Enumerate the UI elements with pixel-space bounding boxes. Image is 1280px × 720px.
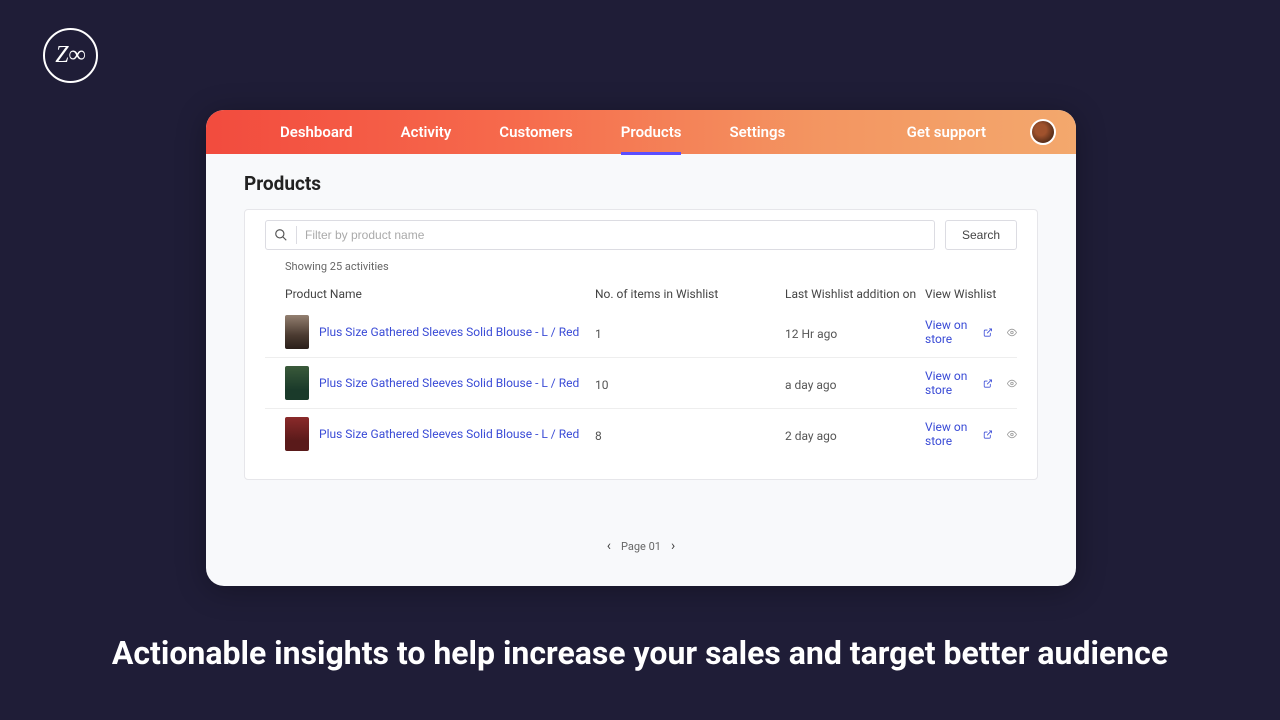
external-link-icon — [983, 428, 993, 441]
last-added: 2 day ago — [785, 429, 837, 443]
nav-activity[interactable]: Activity — [377, 110, 476, 154]
search-icon — [274, 228, 288, 242]
col-header-product: Product Name — [285, 287, 595, 301]
products-table: Product Name No. of items in Wishlist La… — [265, 281, 1017, 459]
last-added: a day ago — [785, 378, 836, 392]
external-link-icon — [983, 377, 993, 390]
nav-label: Settings — [729, 123, 785, 141]
view-on-store-text: View on store — [925, 369, 979, 397]
page-content: Products Search Showing 25 activities Pr… — [206, 154, 1076, 480]
page-title: Products — [244, 172, 1038, 195]
search-row: Search — [265, 220, 1017, 250]
eye-icon[interactable] — [1007, 377, 1017, 390]
view-on-store-link[interactable]: View on store — [925, 369, 993, 397]
product-thumbnail — [285, 366, 309, 400]
nav-products[interactable]: Products — [597, 110, 706, 154]
eye-icon[interactable] — [1007, 428, 1017, 441]
marketing-tagline: Actionable insights to help increase you… — [0, 634, 1280, 672]
nav-dashboard[interactable]: Deshboard — [256, 110, 377, 154]
view-on-store-text: View on store — [925, 318, 979, 346]
wishlist-count: 8 — [595, 429, 602, 443]
nav-customers[interactable]: Customers — [475, 110, 596, 154]
table-row: Plus Size Gathered Sleeves Solid Blouse … — [265, 409, 1017, 459]
last-added: 12 Hr ago — [785, 327, 837, 341]
nav-label: Customers — [499, 123, 572, 141]
product-thumbnail — [285, 417, 309, 451]
nav-label: Get support — [907, 123, 986, 141]
search-button[interactable]: Search — [945, 220, 1017, 250]
search-box — [265, 220, 935, 250]
wishlist-count: 10 — [595, 378, 609, 392]
chevron-left-icon[interactable]: ‹ — [607, 538, 611, 554]
product-link[interactable]: Plus Size Gathered Sleeves Solid Blouse … — [319, 427, 579, 441]
view-on-store-link[interactable]: View on store — [925, 318, 993, 346]
dashboard-card: Deshboard Activity Customers Products Se… — [206, 110, 1076, 586]
nav-label: Products — [621, 123, 682, 141]
table-row: Plus Size Gathered Sleeves Solid Blouse … — [265, 307, 1017, 358]
col-header-view: View Wishlist — [925, 287, 1017, 301]
avatar[interactable] — [1030, 119, 1056, 145]
view-on-store-text: View on store — [925, 420, 979, 448]
showing-count: Showing 25 activities — [285, 260, 1017, 273]
product-link[interactable]: Plus Size Gathered Sleeves Solid Blouse … — [319, 325, 579, 339]
table-header: Product Name No. of items in Wishlist La… — [265, 281, 1017, 307]
nav-settings[interactable]: Settings — [705, 110, 809, 154]
divider — [296, 226, 297, 244]
product-thumbnail — [285, 315, 309, 349]
top-nav: Deshboard Activity Customers Products Se… — [206, 110, 1076, 154]
brand-logo: Z∞ — [43, 28, 98, 83]
product-link[interactable]: Plus Size Gathered Sleeves Solid Blouse … — [319, 376, 579, 390]
col-header-count: No. of items in Wishlist — [595, 287, 785, 301]
table-row: Plus Size Gathered Sleeves Solid Blouse … — [265, 358, 1017, 409]
pagination: ‹ Page 01 › — [206, 538, 1076, 554]
brand-logo-text: Z∞ — [55, 42, 85, 69]
col-header-last: Last Wishlist addition on — [785, 287, 925, 301]
eye-icon[interactable] — [1007, 326, 1017, 339]
external-link-icon — [983, 326, 993, 339]
nav-label: Activity — [401, 123, 452, 141]
page-indicator: Page 01 — [621, 540, 661, 553]
nav-get-support[interactable]: Get support — [883, 110, 1010, 154]
nav-label: Deshboard — [280, 123, 353, 141]
products-panel: Search Showing 25 activities Product Nam… — [244, 209, 1038, 480]
view-on-store-link[interactable]: View on store — [925, 420, 993, 448]
search-input[interactable] — [305, 228, 926, 242]
wishlist-count: 1 — [595, 327, 602, 341]
chevron-right-icon[interactable]: › — [671, 538, 675, 554]
